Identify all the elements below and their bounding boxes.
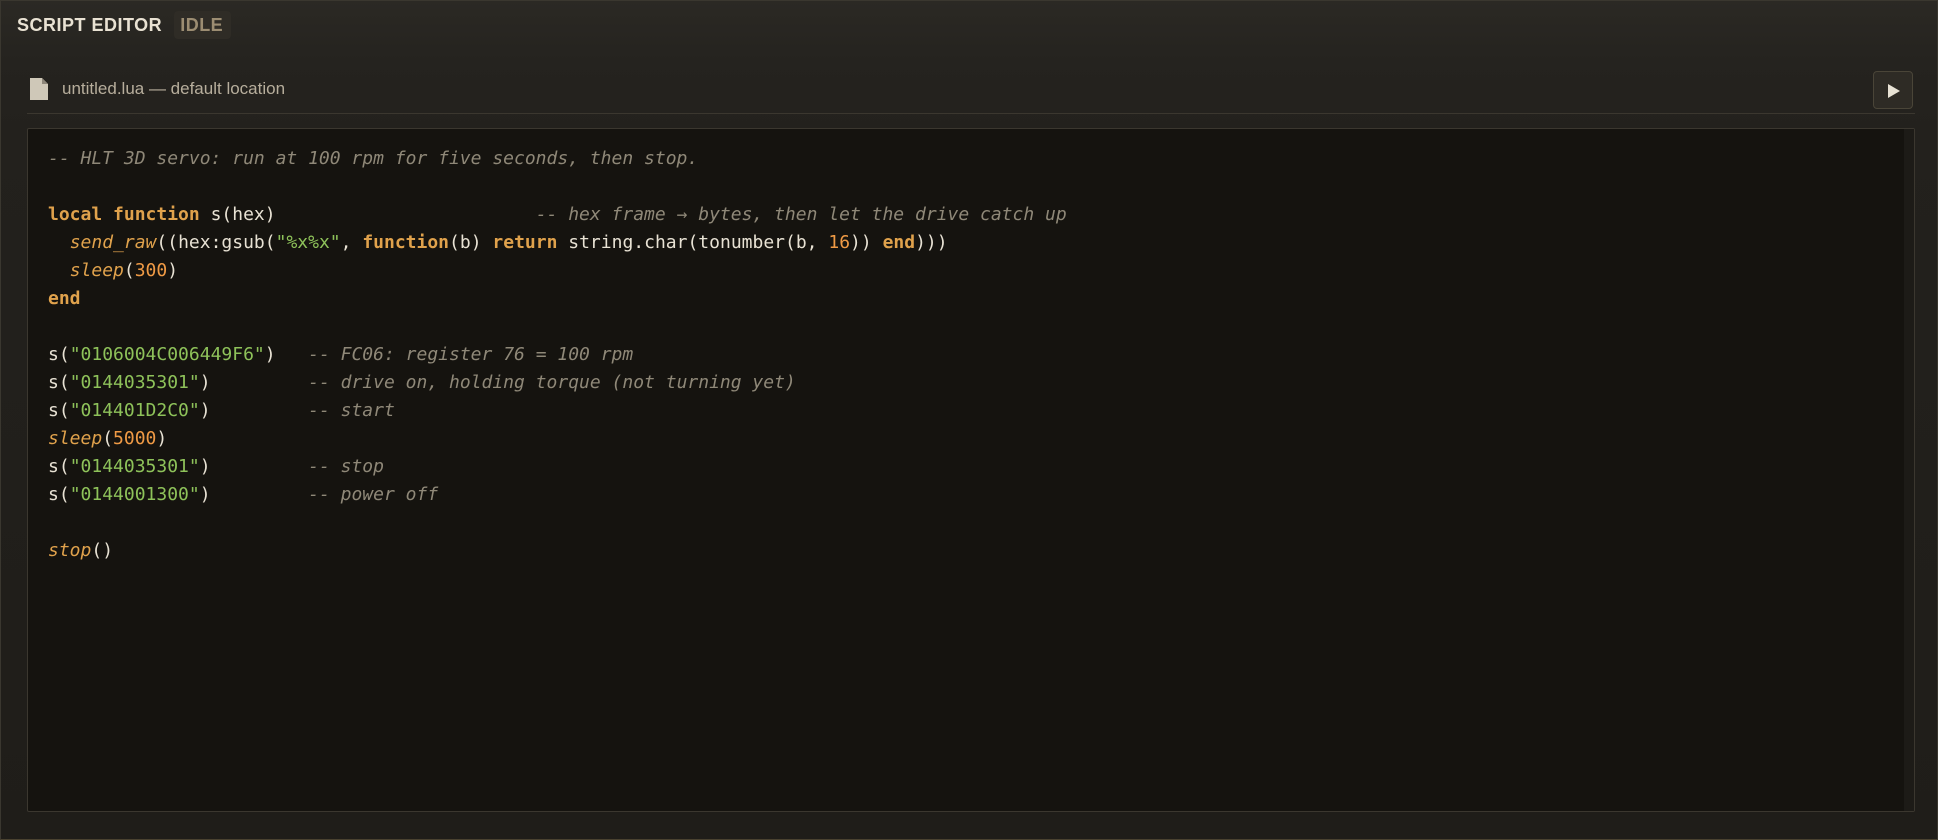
code-text: ) [167, 260, 179, 281]
code-text: ( [123, 260, 135, 281]
code-string: "0144035301" [69, 372, 200, 393]
code-string: "%x%x" [275, 232, 341, 253]
file-icon [29, 77, 49, 101]
run-button[interactable] [1873, 71, 1913, 109]
code-comment: -- start [308, 400, 395, 421]
code-keyword: end [882, 232, 916, 253]
editor-scrollbar[interactable] [1904, 129, 1914, 811]
code-comment: -- drive on, holding torque (not turning… [308, 372, 796, 393]
code-text: ) [199, 400, 309, 421]
code-comment: -- power off [308, 484, 439, 505]
code-string: "0144001300" [69, 484, 200, 505]
code-keyword: function [362, 232, 450, 253]
code-text: s( [48, 344, 70, 365]
code-line: s("0144001300") -- power off [48, 481, 1067, 509]
code-comment: -- HLT 3D servo: run at 100 rpm for five… [48, 148, 699, 169]
code-line: end [48, 285, 1067, 313]
code-string: "014401D2C0" [69, 400, 200, 421]
code-text: string.char(tonumber(b, [557, 232, 829, 253]
code-function: sleep [48, 428, 103, 449]
code-comment: -- hex frame → bytes, then let the drive… [535, 204, 1067, 225]
code-string: "0106004C006449F6" [69, 344, 265, 365]
code-string: "0144035301" [69, 456, 200, 477]
code-function: send_raw [69, 232, 157, 253]
code-text: s(hex) [199, 204, 536, 225]
code-text: ))) [915, 232, 948, 253]
code-line: local function s(hex) -- hex frame → byt… [48, 201, 1067, 229]
code-text: , [340, 232, 363, 253]
code-line: s("014401D2C0") -- start [48, 397, 1067, 425]
code-line: s("0144035301") -- stop [48, 453, 1067, 481]
code-text: s( [48, 456, 70, 477]
code-keyword: function [113, 204, 200, 225]
code-line: stop() [48, 537, 1067, 565]
code-text: s( [48, 372, 70, 393]
code-line: sleep(5000) [48, 425, 1067, 453]
code-text: ) [199, 456, 309, 477]
code-comment: -- stop [308, 456, 384, 477]
code-line: sleep(300) [48, 257, 1067, 285]
code-area[interactable]: -- HLT 3D servo: run at 100 rpm for five… [48, 145, 1067, 565]
status-badge: IDLE [174, 11, 232, 39]
code-editor[interactable]: -- HLT 3D servo: run at 100 rpm for five… [27, 128, 1915, 812]
code-keyword: end [48, 288, 81, 309]
code-text: ( [102, 428, 114, 449]
script-editor-window: SCRIPT EDITOR IDLE untitled.lua — defaul… [0, 0, 1938, 840]
code-line: -- HLT 3D servo: run at 100 rpm for five… [48, 145, 1067, 173]
code-line: send_raw((hex:gsub("%x%x", function(b) r… [48, 229, 1067, 257]
title-bar: SCRIPT EDITOR IDLE [1, 1, 1937, 49]
code-number: 16 [828, 232, 851, 253]
code-text: ((hex:gsub( [156, 232, 276, 253]
code-text: ) [199, 484, 309, 505]
code-keyword: return [492, 232, 558, 253]
code-text: () [91, 540, 114, 561]
code-text: s( [48, 484, 70, 505]
code-line: s("0106004C006449F6") -- FC06: register … [48, 341, 1067, 369]
code-line: s("0144035301") -- drive on, holding tor… [48, 369, 1067, 397]
code-text: s( [48, 400, 70, 421]
code-keyword: local [48, 204, 103, 225]
code-number: 300 [134, 260, 168, 281]
play-icon [1888, 84, 1900, 98]
file-bar: untitled.lua — default location [27, 71, 1915, 114]
app-title: SCRIPT EDITOR [17, 14, 163, 35]
code-text: ) [199, 372, 309, 393]
code-text: ) [156, 428, 168, 449]
code-text: ) [264, 344, 309, 365]
code-function: sleep [69, 260, 124, 281]
file-name[interactable]: untitled.lua — default location [62, 79, 285, 99]
code-number: 5000 [113, 428, 157, 449]
code-function: stop [48, 540, 92, 561]
code-comment: -- FC06: register 76 = 100 rpm [308, 344, 634, 365]
code-text: (b) [449, 232, 493, 253]
code-text: )) [850, 232, 883, 253]
